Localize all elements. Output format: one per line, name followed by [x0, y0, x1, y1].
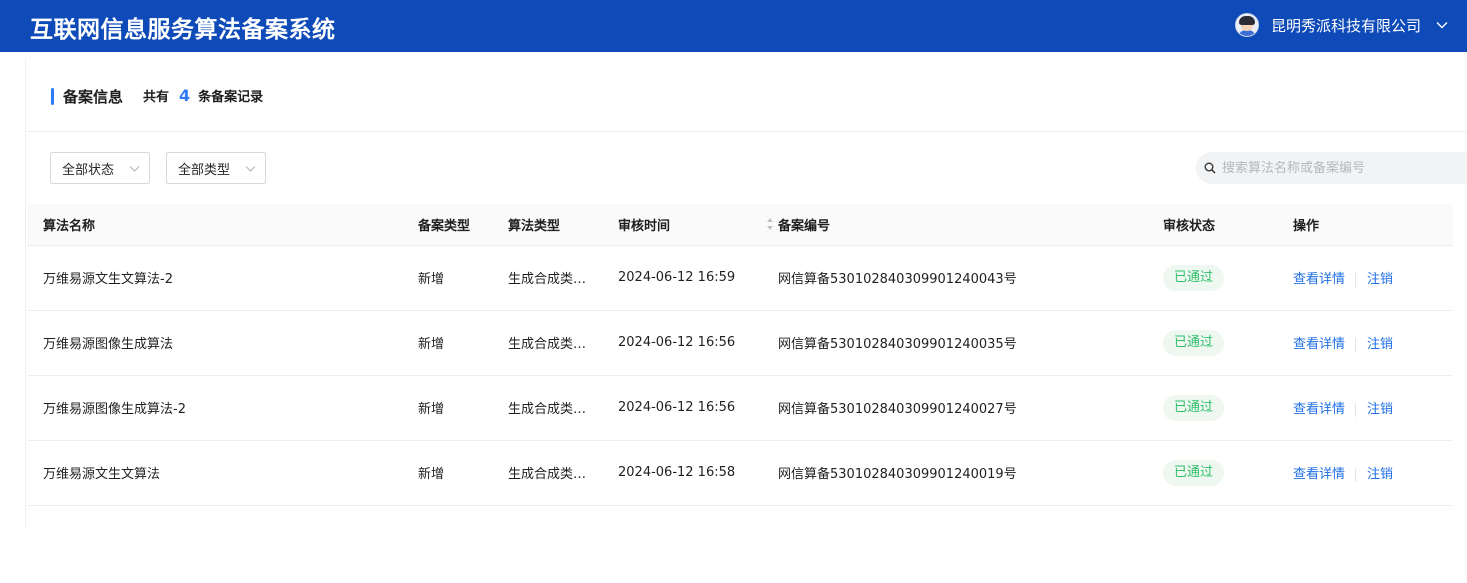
cell-actions: 查看详情 注销	[1293, 375, 1453, 441]
company-name: 昆明秀派科技有限公司	[1270, 16, 1421, 35]
table-row: 万维易源图像生成算法-2 新增 生成合成类算法 2024-06-12 16:56…	[27, 375, 1453, 441]
chevron-down-icon	[129, 166, 140, 172]
type-filter-select[interactable]: 全部类型	[166, 152, 266, 184]
count-prefix: 共有	[143, 90, 170, 105]
search-icon	[1204, 162, 1216, 174]
search-input[interactable]	[1222, 160, 1462, 176]
cell-review-time: 2024-06-12 16:56	[618, 310, 778, 376]
col-header-algo-type: 算法类型	[508, 204, 618, 246]
view-details-link[interactable]: 查看详情	[1293, 272, 1345, 287]
cell-status: 已通过	[1163, 245, 1293, 311]
status-badge: 已通过	[1163, 394, 1225, 421]
sort-icon[interactable]	[766, 217, 774, 231]
cell-actions: 查看详情 注销	[1293, 310, 1453, 376]
cell-actions: 查看详情 注销	[1293, 440, 1453, 506]
cell-algo-type: 生成合成类算法	[508, 440, 618, 506]
cell-filing-type: 新增	[418, 375, 508, 441]
cell-number: 网信算备530102840309901240019号	[778, 440, 1163, 506]
cell-algo-type: 生成合成类算法	[508, 375, 618, 441]
col-header-name: 算法名称	[27, 204, 418, 246]
col-header-review-time[interactable]: 审核时间	[618, 204, 778, 246]
col-header-filing-type: 备案类型	[418, 204, 508, 246]
filing-table: 算法名称 备案类型 算法类型 审核时间 备案编号 审核状态 操作 万维易源文生文…	[27, 204, 1453, 506]
table-row: 万维易源文生文算法 新增 生成合成类算法 2024-06-12 16:58 网信…	[27, 440, 1453, 506]
avatar	[1234, 13, 1259, 37]
view-details-link[interactable]: 查看详情	[1293, 467, 1345, 482]
cell-name: 万维易源图像生成算法-2	[27, 375, 418, 441]
record-count: 共有 4 条备案记录	[143, 86, 263, 105]
cell-status: 已通过	[1163, 375, 1293, 441]
cell-review-time: 2024-06-12 16:56	[618, 375, 778, 441]
status-filter-select[interactable]: 全部状态	[50, 152, 150, 184]
count-number: 4	[179, 86, 191, 105]
cancel-filing-link[interactable]: 注销	[1367, 337, 1393, 352]
table-row: 万维易源文生文算法-2 新增 生成合成类算法 2024-06-12 16:59 …	[27, 245, 1453, 311]
action-divider	[1355, 467, 1357, 482]
chevron-down-icon	[245, 166, 256, 172]
cell-name: 万维易源文生文算法-2	[27, 245, 418, 311]
view-details-link[interactable]: 查看详情	[1293, 337, 1345, 352]
cell-review-time: 2024-06-12 16:59	[618, 245, 778, 311]
cell-name: 万维易源图像生成算法	[27, 310, 418, 376]
status-badge: 已通过	[1163, 459, 1225, 486]
status-filter-value: 全部状态	[62, 162, 115, 178]
cancel-filing-link[interactable]: 注销	[1367, 272, 1393, 287]
col-header-status: 审核状态	[1163, 204, 1293, 246]
cell-filing-type: 新增	[418, 310, 508, 376]
panel-header: 备案信息 共有 4 条备案记录	[26, 58, 1467, 132]
status-badge: 已通过	[1163, 264, 1225, 291]
top-bar: 互联网信息服务算法备案系统 昆明秀派科技有限公司	[0, 0, 1467, 52]
filing-panel: 备案信息 共有 4 条备案记录 全部状态 全部类型 算法名称	[25, 58, 1467, 528]
cell-algo-type: 生成合成类算法	[508, 310, 618, 376]
count-suffix: 条备案记录	[198, 90, 264, 105]
user-menu[interactable]: 昆明秀派科技有限公司	[1234, 12, 1449, 38]
cell-number: 网信算备530102840309901240035号	[778, 310, 1163, 376]
col-header-review-time-label: 审核时间	[618, 218, 671, 234]
cell-status: 已通过	[1163, 310, 1293, 376]
cancel-filing-link[interactable]: 注销	[1367, 402, 1393, 417]
col-header-number: 备案编号	[778, 204, 1163, 246]
search-box[interactable]	[1196, 152, 1467, 184]
action-divider	[1355, 272, 1357, 287]
cell-number: 网信算备530102840309901240043号	[778, 245, 1163, 311]
cell-number: 网信算备530102840309901240027号	[778, 375, 1163, 441]
app-title: 互联网信息服务算法备案系统	[30, 17, 336, 43]
cell-status: 已通过	[1163, 440, 1293, 506]
action-divider	[1355, 402, 1357, 417]
view-details-link[interactable]: 查看详情	[1293, 402, 1345, 417]
table-row: 万维易源图像生成算法 新增 生成合成类算法 2024-06-12 16:56 网…	[27, 310, 1453, 376]
col-header-actions: 操作	[1293, 204, 1453, 246]
chevron-down-icon[interactable]	[1435, 18, 1449, 32]
cell-actions: 查看详情 注销	[1293, 245, 1453, 311]
section-accent-bar	[51, 88, 54, 105]
cancel-filing-link[interactable]: 注销	[1367, 467, 1393, 482]
cell-algo-type: 生成合成类算法	[508, 245, 618, 311]
cell-filing-type: 新增	[418, 440, 508, 506]
status-badge: 已通过	[1163, 329, 1225, 356]
section-title: 备案信息	[63, 88, 124, 106]
cell-name: 万维易源文生文算法	[27, 440, 418, 506]
cell-filing-type: 新增	[418, 245, 508, 311]
type-filter-value: 全部类型	[178, 162, 231, 178]
cell-review-time: 2024-06-12 16:58	[618, 440, 778, 506]
table-header-row: 算法名称 备案类型 算法类型 审核时间 备案编号 审核状态 操作	[27, 204, 1453, 246]
action-divider	[1355, 337, 1357, 352]
